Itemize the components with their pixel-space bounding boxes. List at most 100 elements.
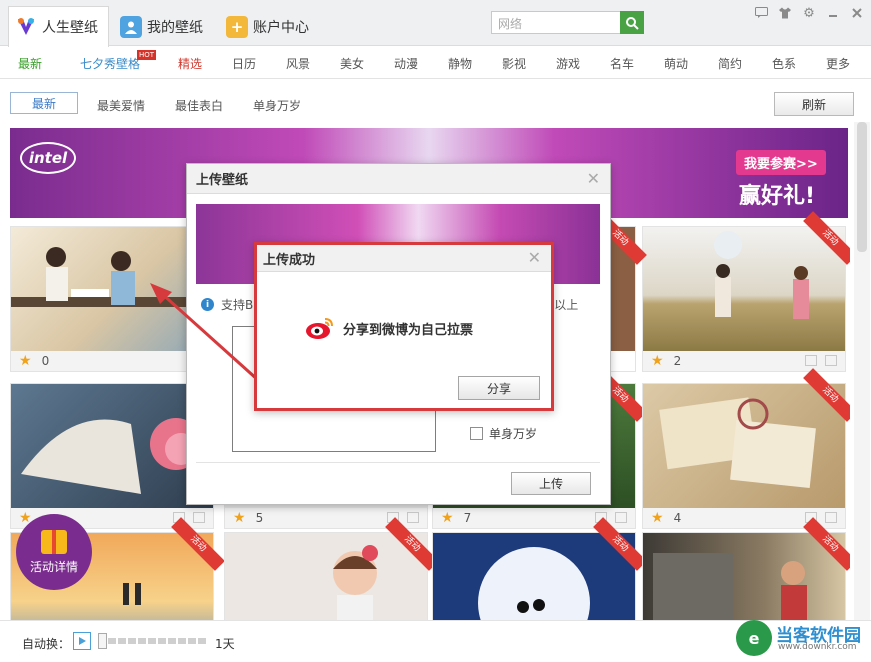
divider (196, 462, 600, 463)
category-featured[interactable]: 精选 (178, 55, 202, 72)
share-message: 分享到微博为自己拉票 (305, 316, 473, 340)
vote-count: 4 (673, 511, 682, 525)
sub-tab-bar: 最新 最美爱情 最佳表白 单身万岁 (0, 80, 871, 122)
play-button[interactable] (73, 632, 91, 650)
window-controls: ⚙ (753, 5, 865, 21)
tab-my-wallpaper[interactable]: 我的壁纸 (114, 7, 213, 46)
wallpaper-thumbnail (643, 227, 845, 351)
search-button[interactable] (620, 11, 644, 34)
share-button[interactable]: 分享 (458, 376, 540, 400)
auto-change-label: 自动换： (22, 637, 71, 651)
site-watermark: e 当客软件园 www.downkr.com (736, 618, 871, 662)
success-dialog-title: 上传成功 (263, 252, 316, 268)
close-icon[interactable]: ✕ (528, 248, 541, 267)
set-wallpaper-icon[interactable] (193, 512, 205, 523)
message-icon[interactable] (753, 5, 769, 21)
scrollbar[interactable] (854, 122, 870, 620)
vote-count: 2 (673, 354, 682, 368)
subtab-best-love[interactable]: 最美爱情 (97, 97, 145, 114)
wallpaper-thumbnail (225, 533, 427, 620)
app-logo-icon (15, 16, 37, 38)
upload-dialog-title: 上传壁纸 (196, 173, 249, 188)
success-dialog-header: 上传成功 ✕ (257, 245, 551, 272)
category-colors[interactable]: 色系 (772, 55, 796, 72)
interval-slider[interactable] (98, 638, 208, 644)
tab-account-center[interactable]: + 账户中心 (220, 7, 319, 46)
vote-count: 7 (463, 511, 472, 525)
close-icon[interactable]: ✕ (587, 169, 600, 188)
star-icon: ★ (651, 510, 664, 526)
play-icon (79, 637, 86, 645)
wallpaper-thumbnail (643, 384, 845, 508)
wallpaper-thumbnail (11, 384, 213, 508)
wallpaper-card[interactable]: ★ (10, 383, 214, 529)
wallpaper-card[interactable]: 活动 (224, 517, 439, 620)
watermark-url: www.downkr.com (778, 642, 857, 652)
category-film[interactable]: 影视 (502, 55, 526, 72)
category-scenery[interactable]: 风景 (286, 55, 310, 72)
close-icon[interactable] (849, 5, 865, 21)
intel-logo: intel (20, 142, 76, 174)
category-latest[interactable]: 最新 (18, 55, 42, 72)
refresh-button[interactable]: 刷新 (774, 92, 854, 116)
category-beauty[interactable]: 美女 (340, 55, 364, 72)
weibo-icon (306, 318, 333, 339)
hot-badge: HOT (137, 50, 157, 60)
category-cars[interactable]: 名车 (610, 55, 634, 72)
set-wallpaper-icon[interactable] (407, 512, 419, 523)
skin-icon[interactable] (777, 5, 793, 21)
activity-details-label: 活动详情 (29, 559, 78, 574)
checkbox[interactable] (470, 427, 483, 440)
checkbox-label: 单身万岁 (489, 427, 538, 441)
category-qixi[interactable]: 七夕秀壁格 (80, 55, 140, 72)
star-icon: ★ (651, 353, 664, 369)
tab-label: 人生壁纸 (42, 20, 98, 36)
single-forever-checkbox[interactable]: 单身万岁 (470, 425, 537, 442)
settings-gear-icon[interactable]: ⚙ (801, 5, 817, 21)
category-cute[interactable]: 萌动 (664, 55, 688, 72)
title-bar: 人生壁纸 我的壁纸 + 账户中心 网络 ⚙ (0, 0, 871, 47)
category-games[interactable]: 游戏 (556, 55, 580, 72)
upload-info: i 支持B (201, 296, 253, 313)
category-minimal[interactable]: 简约 (718, 55, 742, 72)
banner-prize-text: 赢好礼! (739, 184, 816, 209)
tab-wallpaper-home[interactable]: 人生壁纸 (8, 6, 109, 47)
wallpaper-card[interactable]: 活动 ★ 4 (642, 368, 850, 529)
preview-icon[interactable] (805, 355, 817, 366)
upload-button[interactable]: 上传 (511, 472, 591, 495)
vote-count: 0 (41, 354, 50, 368)
subtab-latest[interactable]: 最新 (10, 92, 78, 114)
set-wallpaper-icon[interactable] (615, 512, 627, 523)
wallpaper-card[interactable]: 活动 ★ 2 (642, 211, 850, 372)
subtab-single-forever[interactable]: 单身万岁 (253, 97, 301, 114)
set-wallpaper-icon[interactable] (825, 512, 837, 523)
star-icon: ★ (19, 353, 32, 369)
gift-icon (41, 529, 67, 554)
scroll-thumb[interactable] (857, 122, 867, 252)
subtab-best-confession[interactable]: 最佳表白 (175, 97, 223, 114)
wallpaper-card[interactable]: 活动 (642, 517, 850, 620)
activity-details-button[interactable]: 活动详情 (16, 514, 92, 590)
interval-slider-handle[interactable] (98, 633, 107, 649)
watermark-logo-icon: e (736, 620, 772, 656)
share-message-text: 分享到微博为自己拉票 (343, 322, 474, 338)
upload-success-dialog: 上传成功 ✕ 分享到微博为自己拉票 分享 (254, 242, 554, 411)
category-calendar[interactable]: 日历 (232, 55, 256, 72)
wallpaper-thumbnail (643, 533, 845, 620)
join-contest-button[interactable]: 我要参赛>> (736, 150, 826, 175)
upload-info-text: 支持B (221, 298, 254, 312)
category-more[interactable]: 更多 (826, 55, 850, 72)
tab-label: 我的壁纸 (147, 19, 203, 36)
wallpaper-card[interactable]: 活动 (432, 517, 647, 620)
category-still-life[interactable]: 静物 (448, 55, 472, 72)
info-icon: i (201, 298, 214, 311)
upload-dialog-header: 上传壁纸 ✕ (187, 164, 610, 194)
search-input[interactable]: 网络 (491, 11, 621, 34)
category-anime[interactable]: 动漫 (394, 55, 418, 72)
category-bar: 最新 七夕秀壁格 精选 日历 风景 美女 动漫 静物 影视 游戏 名车 萌动 简… (0, 47, 871, 79)
wallpaper-card[interactable]: ★ 0 (10, 226, 214, 372)
search-icon (626, 16, 639, 30)
set-wallpaper-icon[interactable] (825, 355, 837, 366)
wallpaper-thumbnail (11, 227, 213, 351)
minimize-icon[interactable] (825, 5, 841, 21)
